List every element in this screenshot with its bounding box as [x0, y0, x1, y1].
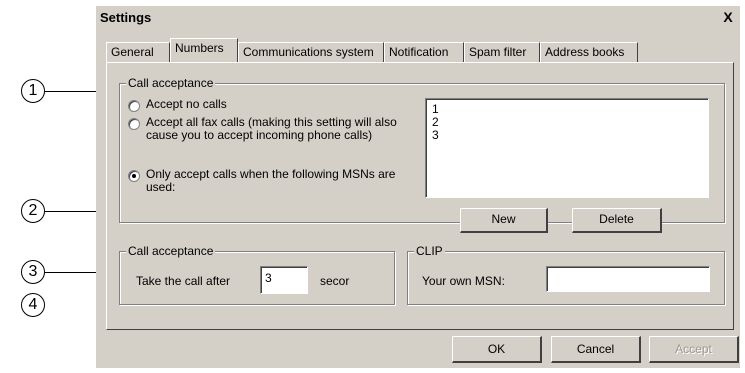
window-title: Settings — [100, 10, 152, 25]
call-timing-legend: Call acceptance — [126, 244, 216, 258]
seconds-input[interactable]: 3 — [260, 266, 308, 294]
radio-label: Accept all fax calls (making this settin… — [146, 115, 397, 142]
numbers-panel: Call acceptance Accept no calls Accept a… — [106, 62, 734, 330]
clip-group: CLIP Your own MSN: — [407, 244, 725, 305]
new-button[interactable]: New — [460, 208, 548, 233]
tab-address-books[interactable]: Address books — [540, 42, 638, 62]
delete-button[interactable]: Delete — [572, 208, 662, 233]
radio-button[interactable] — [128, 100, 140, 112]
radio-label: Accept no calls — [146, 97, 227, 111]
callout-3: 3 — [21, 260, 45, 284]
tab-general[interactable]: General — [106, 42, 170, 62]
tab-communications-system[interactable]: Communications system — [238, 42, 384, 62]
radio-accept-all-fax[interactable]: Accept all fax calls (making this settin… — [128, 116, 400, 160]
take-call-label: Take the call after — [136, 274, 231, 288]
seconds-unit-label: secor — [320, 274, 350, 288]
radio-only-msn[interactable]: Only accept calls when the following MSN… — [128, 168, 400, 198]
accept-button[interactable]: Accept — [649, 336, 739, 363]
callout-line-3 — [45, 272, 96, 273]
radio-button[interactable] — [128, 170, 140, 182]
msn-list[interactable]: 1 2 3 — [425, 98, 709, 198]
close-icon[interactable]: X — [720, 9, 736, 25]
tab-numbers[interactable]: Numbers — [170, 38, 238, 62]
radio-accept-no-calls[interactable]: Accept no calls — [128, 98, 428, 112]
list-item[interactable]: 2 — [432, 116, 702, 129]
radio-label: Only accept calls when the following MSN… — [146, 167, 396, 194]
own-msn-label: Your own MSN: — [422, 274, 505, 288]
callout-4: 4 — [21, 293, 45, 317]
title-bar: Settings X — [96, 6, 740, 28]
tab-notification[interactable]: Notification — [384, 42, 464, 62]
cancel-button[interactable]: Cancel — [551, 336, 641, 363]
call-acceptance-group: Call acceptance Accept no calls Accept a… — [119, 76, 725, 233]
radio-button[interactable] — [128, 118, 140, 130]
clip-legend: CLIP — [414, 244, 445, 258]
callout-2: 2 — [21, 199, 45, 223]
tab-spam-filter[interactable]: Spam filter — [464, 42, 540, 62]
ok-button[interactable]: OK — [452, 336, 542, 363]
list-item[interactable]: 3 — [432, 129, 702, 142]
call-acceptance-legend: Call acceptance — [126, 76, 216, 90]
own-msn-input[interactable] — [546, 266, 710, 292]
settings-dialog: Settings X General Numbers Communication… — [96, 6, 740, 368]
callout-1: 1 — [21, 79, 45, 103]
call-timing-group: Call acceptance Take the call after 3 se… — [119, 244, 395, 305]
callout-line-1 — [45, 91, 96, 92]
callout-line-2 — [45, 211, 96, 212]
list-item[interactable]: 1 — [432, 103, 702, 116]
